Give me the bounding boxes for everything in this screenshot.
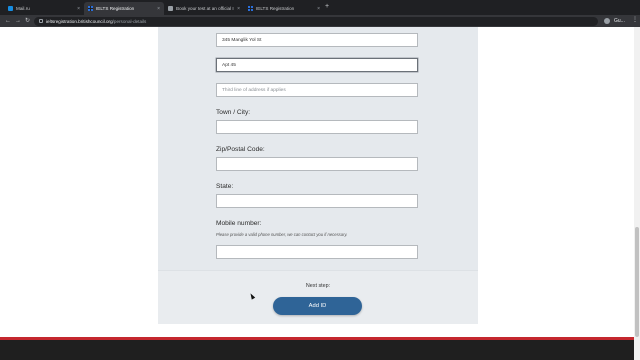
reload-icon[interactable]: ↻ [25, 17, 30, 25]
address-bar-row: ← → ↻ ieltsregistration.britishcouncil.o… [0, 15, 640, 27]
mobile-number-hint: Please provide a valid phone number, we … [216, 232, 348, 237]
tab-title: IELTS Registration [256, 6, 295, 11]
tab-close-icon[interactable]: × [77, 6, 80, 12]
footer-red-stripe [0, 337, 640, 340]
tab-mail[interactable]: Mail.ru × [4, 2, 84, 15]
british-council-favicon-icon [248, 6, 253, 11]
tab-close-icon[interactable]: × [317, 6, 320, 12]
tab-ielts-registration[interactable]: IELTS Registration × [244, 2, 324, 15]
page-footer [0, 337, 640, 360]
back-arrow-icon[interactable]: ← [5, 17, 11, 25]
browser-tab-bar: Mail.ru × IELTS Registration × Book your… [0, 0, 640, 15]
personal-details-form: 345 Manglik Yol St Apt 45 Third line of … [158, 27, 478, 324]
page-viewport: 345 Manglik Yol St Apt 45 Third line of … [0, 27, 640, 360]
tab-ielts-registration-active[interactable]: IELTS Registration × [84, 2, 164, 15]
british-council-favicon-icon [88, 6, 93, 11]
state-label: State: [216, 183, 234, 190]
tab-close-icon[interactable]: × [237, 6, 240, 12]
zip-postal-code-input[interactable] [216, 157, 418, 171]
profile-avatar-icon[interactable] [604, 18, 610, 24]
address-line-3-input[interactable]: Third line of address if applies [216, 83, 418, 97]
address-line-1-input[interactable]: 345 Manglik Yol St [216, 33, 418, 47]
url-host: ieltsregistration.britishcouncil.org [46, 18, 113, 24]
next-step-label: Next step: [305, 283, 331, 289]
zip-postal-code-label: Zip/Postal Code: [216, 146, 265, 153]
forward-arrow-icon[interactable]: → [15, 17, 21, 25]
address-line-2-input[interactable]: Apt 45 [216, 58, 418, 72]
new-tab-button[interactable]: + [325, 3, 329, 10]
browser-menu-icon[interactable]: ⋮ [632, 16, 638, 23]
profile-name[interactable]: Gu... [614, 18, 625, 24]
tab-title: IELTS Registration [96, 6, 135, 11]
town-city-label: Town / City: [216, 109, 251, 116]
page-favicon-icon [168, 6, 173, 11]
scrollbar-thumb[interactable] [635, 227, 639, 337]
url-path: /personal-details [112, 18, 147, 24]
lock-icon[interactable] [39, 19, 43, 23]
mobile-number-input[interactable] [216, 245, 418, 259]
tab-book-test[interactable]: Book your test at an official IE... × [164, 2, 244, 15]
state-input[interactable] [216, 194, 418, 208]
mail-favicon-icon [8, 6, 13, 11]
tab-title: Mail.ru [16, 6, 30, 11]
page-scrollbar[interactable] [634, 27, 640, 360]
mobile-number-label: Mobile number: [216, 220, 262, 227]
tab-close-icon[interactable]: × [157, 6, 160, 12]
add-id-button[interactable]: Add ID [273, 297, 362, 315]
next-step-section: Next step: Add ID [158, 270, 478, 324]
tab-title: Book your test at an official IE... [176, 6, 235, 11]
url-bar[interactable]: ieltsregistration.britishcouncil.org /pe… [34, 16, 598, 26]
town-city-input[interactable] [216, 120, 418, 134]
